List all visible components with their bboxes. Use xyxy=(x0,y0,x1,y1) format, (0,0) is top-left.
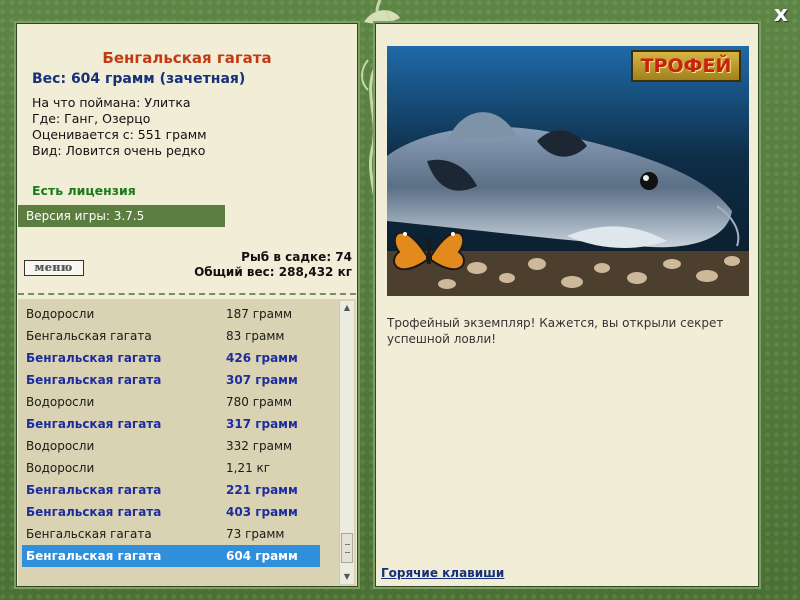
catch-list-row[interactable]: Бенгальская гагата 403 грамм xyxy=(22,501,320,523)
catch-fish-name: Водоросли xyxy=(26,461,95,475)
catch-stats: Рыб в садке: 74 Общий вес: 288,432 кг xyxy=(194,250,352,280)
catch-fish-name: Водоросли xyxy=(26,395,95,409)
trophy-description: Трофейный экземпляр! Кажется, вы открыли… xyxy=(387,316,724,346)
catch-fish-weight: 1,21 кг xyxy=(226,461,271,475)
catch-list-row[interactable]: Водоросли 332 грамм xyxy=(22,435,320,457)
catch-list-row[interactable]: Бенгальская гагата 221 грамм xyxy=(22,479,320,501)
list-scrollbar[interactable]: ▲ ▼ xyxy=(339,301,354,584)
scroll-thumb[interactable] xyxy=(341,533,353,563)
catch-list-row[interactable]: Бенгальская гагата 307 грамм xyxy=(22,369,320,391)
fish-info-panel: Бенгальская гагата Вес: 604 грамм (зачет… xyxy=(16,23,358,587)
trophy-panel: ТРОФЕЙ Трофейный экземпляр! Кажется, вы … xyxy=(375,23,759,587)
divider xyxy=(18,293,356,295)
catch-fish-name: Бенгальская гагата xyxy=(26,527,152,541)
catch-fish-weight: 83 грамм xyxy=(226,329,285,343)
catch-fish-name: Водоросли xyxy=(26,439,95,453)
catch-fish-weight: 332 грамм xyxy=(226,439,293,453)
catch-list: Водоросли 187 грамм Бенгальская гагата 83 г… xyxy=(18,299,356,586)
location-info: Где: Ганг, Озерцо xyxy=(32,111,151,126)
trophy-badge: ТРОФЕЙ xyxy=(631,50,741,82)
scroll-up-icon[interactable]: ▲ xyxy=(340,301,354,315)
catch-fish-weight: 780 грамм xyxy=(226,395,293,409)
fish-weight: Вес: 604 грамм (зачетная) xyxy=(32,71,246,87)
catch-fish-weight: 307 грамм xyxy=(226,373,298,387)
catch-fish-weight: 403 грамм xyxy=(226,505,298,519)
fish-count: Рыб в садке: 74 xyxy=(241,250,352,264)
catch-fish-weight: 317 грамм xyxy=(226,417,298,431)
catch-fish-name: Бенгальская гагата xyxy=(26,417,162,431)
rarity-info: Вид: Ловится очень редко xyxy=(32,143,206,158)
license-status: Есть лицензия xyxy=(32,183,136,198)
version-bar: Версия игры: 3.7.5 xyxy=(18,205,225,227)
fish-photo xyxy=(387,46,749,296)
catch-list-row[interactable]: Водоросли 780 грамм xyxy=(22,391,320,413)
rated-from-info: Оценивается с: 551 грамм xyxy=(32,127,207,142)
total-weight: Общий вес: 288,432 кг xyxy=(194,265,352,279)
catch-fish-weight: 221 грамм xyxy=(226,483,298,497)
bait-info: На что поймана: Улитка xyxy=(32,95,191,110)
fish-name-title: Бенгальская гагата xyxy=(102,49,272,67)
catch-fish-weight: 604 грамм xyxy=(226,549,298,563)
catch-fish-name: Бенгальская гагата xyxy=(26,483,162,497)
scroll-down-icon[interactable]: ▼ xyxy=(340,570,354,584)
catch-fish-weight: 73 грамм xyxy=(226,527,285,541)
catch-fish-name: Бенгальская гагата xyxy=(26,373,162,387)
catch-fish-name: Бенгальская гагата xyxy=(26,351,162,365)
close-button[interactable]: x xyxy=(770,4,792,26)
catch-fish-weight: 187 грамм xyxy=(226,307,293,321)
catch-list-row[interactable]: Бенгальская гагата 73 грамм xyxy=(22,523,320,545)
menu-button[interactable]: меню xyxy=(24,260,84,276)
catch-fish-name: Водоросли xyxy=(26,307,95,321)
catch-fish-name: Бенгальская гагата xyxy=(26,549,162,563)
catch-list-row[interactable]: Бенгальская гагата 83 грамм xyxy=(22,325,320,347)
catch-fish-name: Бенгальская гагата xyxy=(26,329,152,343)
catch-list-row[interactable]: Бенгальская гагата 426 грамм xyxy=(22,347,320,369)
catch-list-row[interactable]: Водоросли 187 грамм xyxy=(22,303,320,325)
catch-fish-name: Бенгальская гагата xyxy=(26,505,162,519)
catch-list-row[interactable]: Водоросли 1,21 кг xyxy=(22,457,320,479)
catch-list-row[interactable]: Бенгальская гагата 604 грамм xyxy=(22,545,320,567)
catch-fish-weight: 426 грамм xyxy=(226,351,298,365)
hotkeys-link[interactable]: Горячие клавиши xyxy=(381,566,504,580)
catch-list-row[interactable]: Бенгальская гагата 317 грамм xyxy=(22,413,320,435)
